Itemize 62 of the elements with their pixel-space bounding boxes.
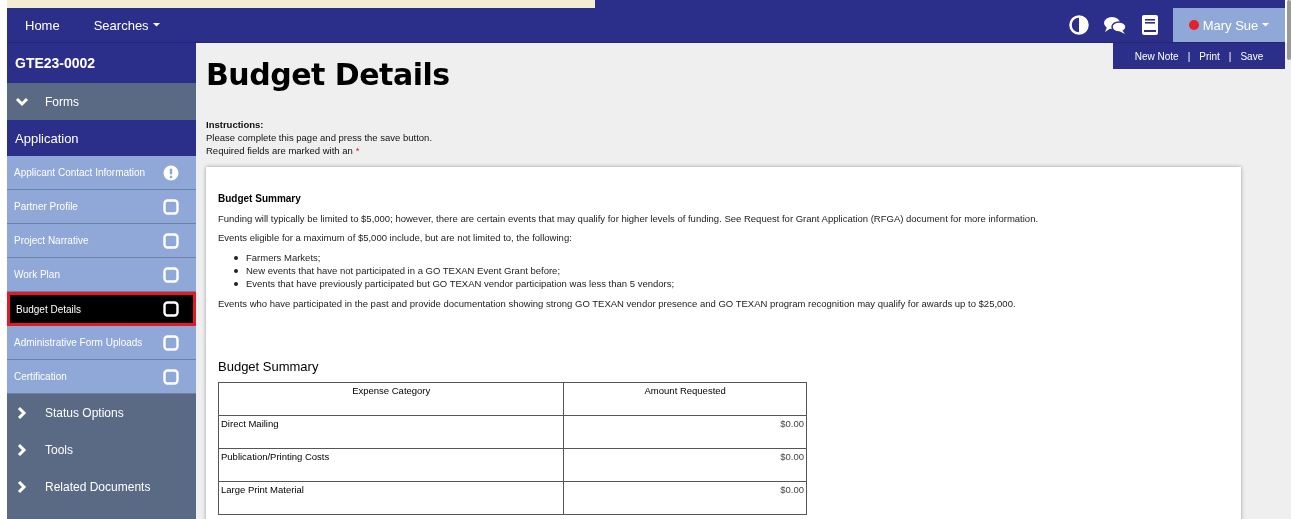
item-label: Administrative Form Uploads: [14, 337, 143, 348]
list-item: Farmers Markets;: [246, 251, 321, 264]
required-mark: *: [355, 145, 360, 156]
checkbox-icon: [163, 301, 179, 317]
table-cell: Large Print Material: [218, 481, 564, 515]
table-cell: $0.00: [563, 481, 807, 515]
item-label: Work Plan: [14, 269, 60, 280]
column-header: Amount Requested: [563, 382, 807, 416]
chevron-right-icon: [15, 479, 29, 494]
chat-icon: [1103, 15, 1127, 35]
item-label: Applicant Contact Information: [14, 167, 146, 178]
item-label: Partner Profile: [14, 201, 78, 212]
record-number: GTE23-0002: [7, 43, 196, 83]
section-label: Forms: [45, 94, 79, 109]
list-item: New events that have not participated in a GO TEXAN Event Grant before;: [246, 264, 561, 277]
page-title: Budget Details: [206, 57, 451, 92]
nav-link[interactable]: Searches: [93, 17, 160, 33]
chevron-right-icon: [15, 405, 29, 420]
section-label: Related Documents: [45, 479, 151, 494]
table-title: Budget Summary: [218, 359, 320, 374]
separator: |: [1228, 50, 1232, 62]
caret-icon: [1262, 23, 1270, 27]
table-cell: $0.00: [563, 415, 807, 449]
item-label: Certification: [14, 371, 67, 382]
item-label: Budget Details: [16, 303, 82, 315]
book-icon: [1141, 14, 1159, 36]
checkbox-icon: [163, 334, 179, 351]
paragraph: Events who have participated in the past and provide documentation showing strong GO TEXAN vendor presence and GO TEXAN program recognition may qualify for awards up to $25,000.: [218, 298, 1017, 309]
table-cell: Publication/Printing Costs: [218, 448, 564, 482]
checkbox-icon: [163, 198, 179, 215]
scrollbar[interactable]: [1287, 0, 1291, 60]
contrast-icon: [1069, 15, 1089, 35]
bullet-icon: [234, 268, 238, 273]
separator: |: [1187, 50, 1191, 62]
action-link[interactable]: New Note: [1134, 50, 1179, 62]
action-link[interactable]: Print: [1199, 50, 1220, 62]
chevron-right-icon: [15, 442, 29, 457]
checkbox-icon: [163, 368, 179, 385]
section-label: Status Options: [45, 405, 124, 420]
column-header: Expense Category: [218, 382, 564, 416]
bullet-icon: [234, 281, 238, 286]
table-cell: Direct Mailing: [218, 415, 564, 449]
sidebar-item[interactable]: Budget Details: [7, 292, 196, 326]
list-item: Events that have previously participated but GO TEXAN vendor participation was less than 5 vendors;: [246, 277, 675, 290]
section-heading: Budget Summary: [218, 193, 302, 204]
section-label: Tools: [45, 442, 73, 457]
checkbox-icon: [163, 266, 179, 283]
table-cell: $0.00: [563, 448, 807, 482]
group-header[interactable]: Application: [7, 120, 196, 156]
paragraph: Funding will typically be limited to $5,000; however, there are certain events that may qualify for higher levels of funding. See Request for Grant Application (RFGA) document for more information.: [218, 213, 1040, 224]
status-dot: [1188, 20, 1199, 30]
bullet-icon: [234, 255, 238, 260]
checkbox-icon: [163, 232, 179, 249]
nav-link[interactable]: Home: [25, 17, 60, 33]
item-label: Project Narrative: [14, 235, 89, 246]
caret-icon: [152, 23, 160, 27]
instruction-text: Please complete this page and press the save button.: [206, 132, 433, 143]
instruction-text: Required fields are marked with an: [206, 145, 353, 156]
instructions-label: Instructions:: [206, 118, 265, 131]
warning-icon: [163, 164, 179, 181]
action-link[interactable]: Save: [1240, 50, 1264, 62]
paragraph: Events eligible for a maximum of $5,000 include, but are not limited to, the following:: [218, 232, 573, 243]
